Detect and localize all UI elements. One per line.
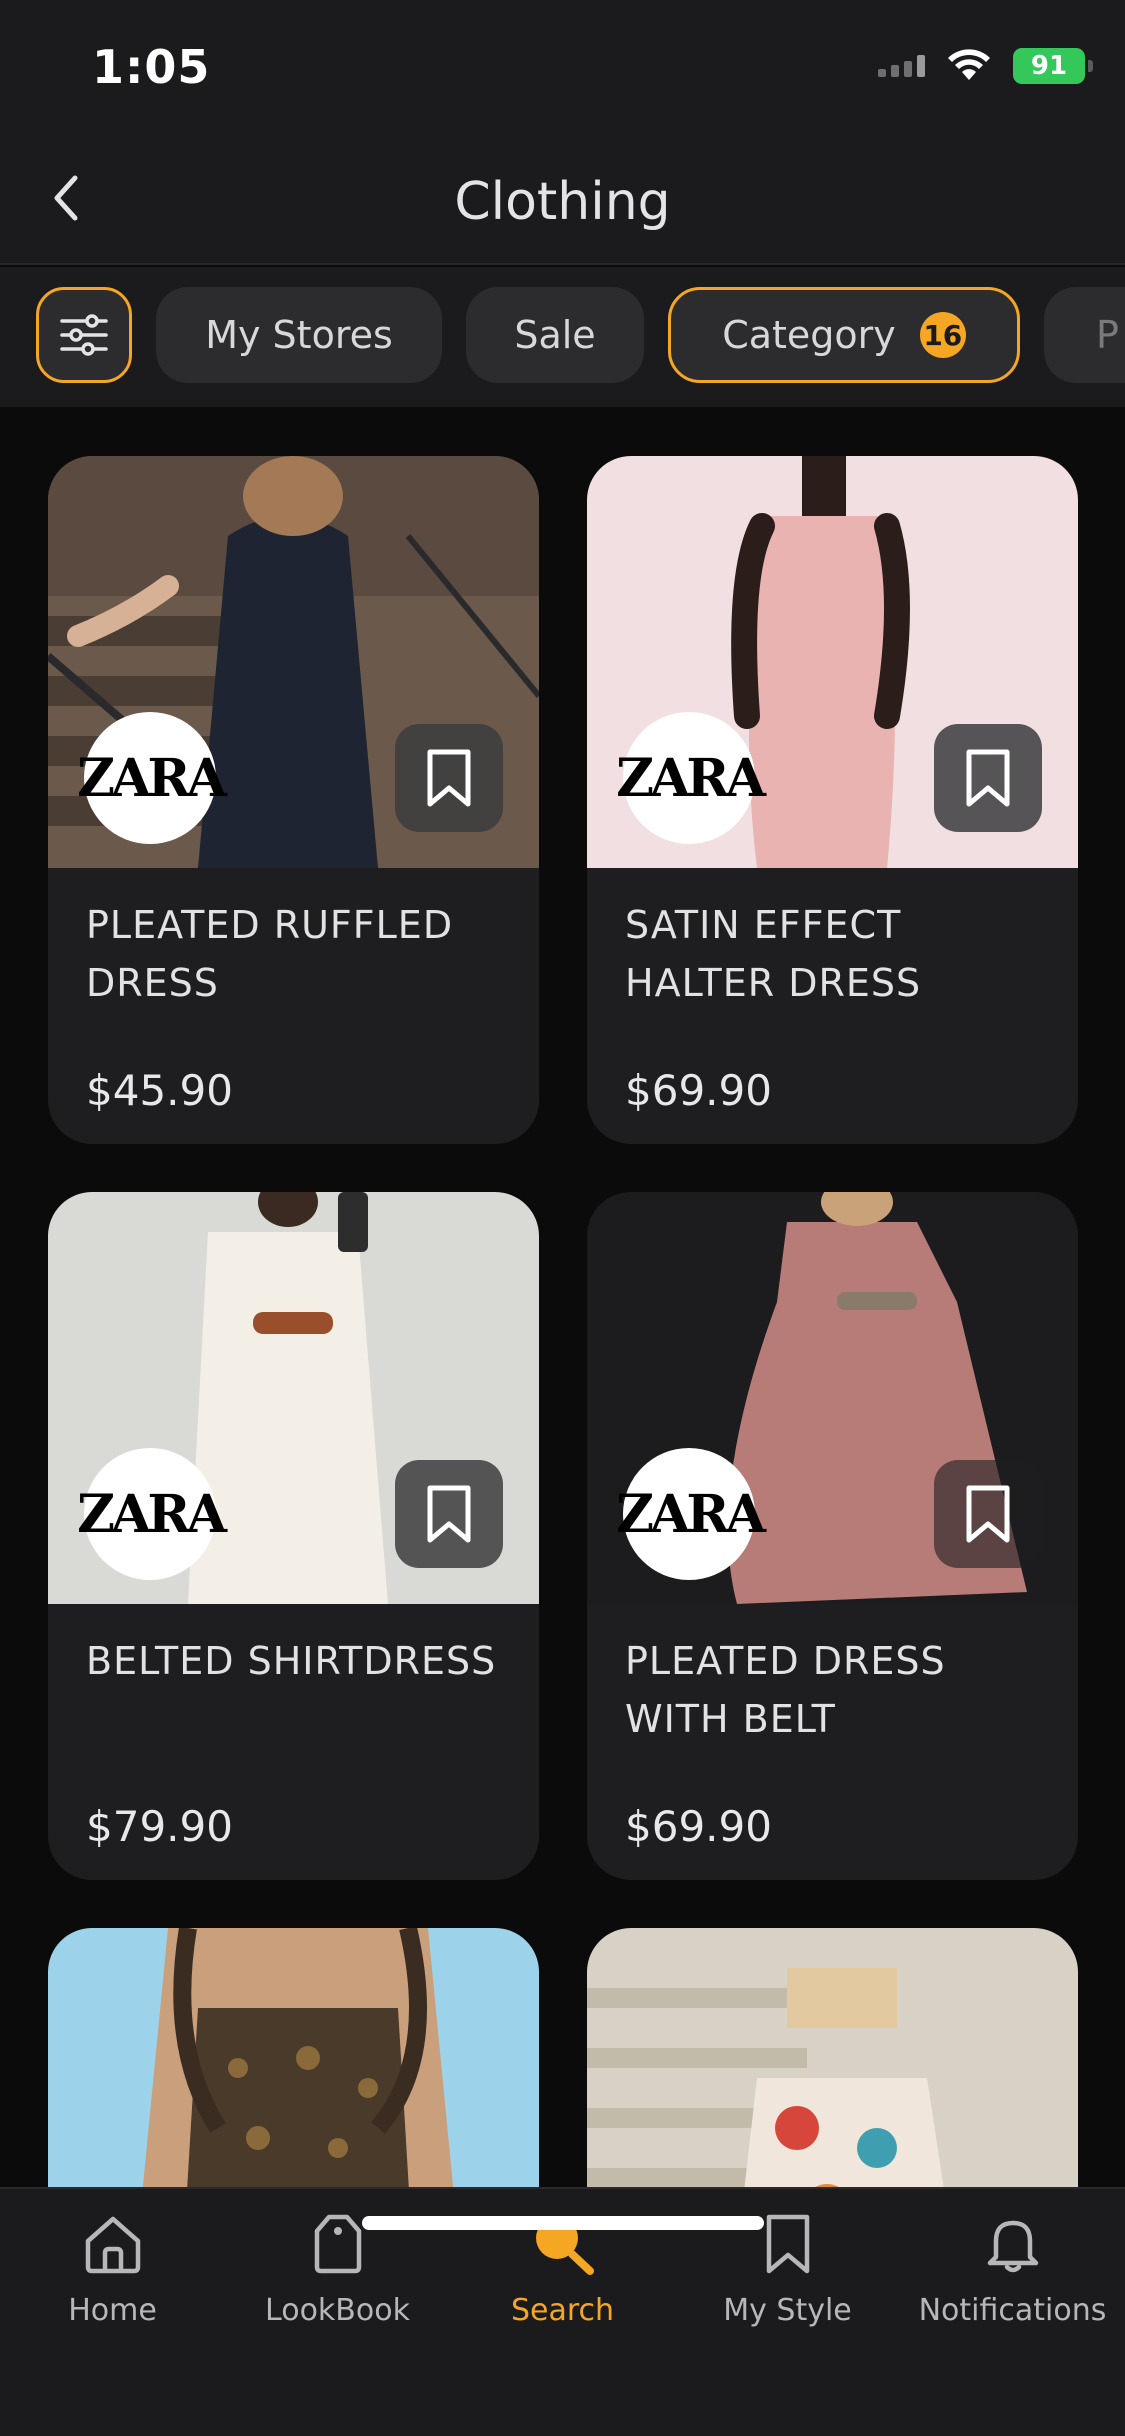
product-card[interactable]: ZARA PLEATED DRESS WITH BELT $69.90 [587, 1192, 1078, 1880]
home-indicator [362, 2216, 764, 2230]
tab-notifications[interactable]: Notifications [900, 2213, 1125, 2328]
bookmark-icon [766, 2214, 809, 2274]
product-name: SATIN EFFECT HALTER DRESS [625, 903, 922, 1005]
filter-chip-my-stores[interactable]: My Stores [156, 287, 442, 383]
bell-icon [987, 2220, 1038, 2273]
product-name: BELTED SHIRTDRESS [86, 1639, 497, 1683]
tag-icon [314, 2214, 361, 2274]
tab-label: My Style [723, 2293, 852, 2328]
bookmark-icon [427, 749, 471, 807]
product-price: $45.90 [86, 1066, 233, 1115]
filter-chip-label: My Stores [205, 313, 393, 357]
brand-logo: ZARA [616, 712, 766, 844]
category-count-badge: 16 [919, 312, 966, 358]
product-price: $69.90 [625, 1802, 772, 1851]
wifi-icon [948, 49, 990, 80]
page-title: Clothing [454, 172, 671, 232]
product-price: $79.90 [86, 1802, 233, 1851]
save-button[interactable] [934, 1460, 1042, 1568]
tab-my-style[interactable]: My Style [675, 2213, 900, 2328]
product-grid: ZARA PLEATED RUFFLED DRESS $45.90 ZARA S… [0, 407, 1125, 2187]
tab-label: Home [68, 2293, 157, 2328]
product-card[interactable] [48, 1928, 539, 2187]
save-button[interactable] [934, 724, 1042, 832]
tab-label: Search [510, 2293, 615, 2328]
tab-label: Notifications [918, 2293, 1107, 2328]
product-price: $69.90 [625, 1066, 772, 1115]
filter-bar: My Stores Sale Category 16 P [0, 267, 1125, 407]
filter-chip-label: Sale [514, 313, 596, 357]
filter-chip-label: P [1096, 313, 1119, 357]
brand-logo: ZARA [77, 1448, 227, 1580]
sliders-icon [60, 314, 108, 356]
home-icon [85, 2216, 140, 2274]
tab-lookbook[interactable]: LookBook [225, 2213, 450, 2328]
header: Clothing [0, 140, 1125, 265]
filter-chip-category[interactable]: Category 16 [668, 287, 1020, 383]
battery-icon: 91 [1013, 48, 1093, 84]
save-button[interactable] [395, 724, 503, 832]
product-name: PLEATED DRESS WITH BELT [625, 1639, 946, 1741]
product-image [587, 1928, 1078, 2187]
filter-chip-label: Category [722, 313, 896, 357]
product-name: PLEATED RUFFLED DRESS [86, 903, 454, 1005]
tab-label: LookBook [265, 2293, 410, 2328]
bookmark-icon [966, 1485, 1010, 1543]
status-icons: 91 [878, 48, 1093, 84]
product-image [48, 1928, 539, 2187]
product-card[interactable]: ZARA PLEATED RUFFLED DRESS $45.90 [48, 456, 539, 1144]
status-bar: 1:05 91 [0, 0, 1125, 140]
brand-logo: ZARA [616, 1448, 766, 1580]
product-card[interactable] [587, 1928, 1078, 2187]
bookmark-icon [966, 749, 1010, 807]
product-card[interactable]: ZARA SATIN EFFECT HALTER DRESS $69.90 [587, 456, 1078, 1144]
bookmark-icon [427, 1485, 471, 1543]
tab-search[interactable]: Search [450, 2213, 675, 2328]
status-time: 1:05 [92, 40, 211, 94]
brand-logo: ZARA [77, 712, 227, 844]
cellular-signal-icon [878, 55, 925, 77]
save-button[interactable] [395, 1460, 503, 1568]
product-card[interactable]: ZARA BELTED SHIRTDRESS $79.90 [48, 1192, 539, 1880]
battery-level: 91 [1030, 51, 1068, 81]
filter-chip-partial[interactable]: P [1044, 287, 1125, 383]
tab-home[interactable]: Home [0, 2213, 225, 2328]
filter-settings-button[interactable] [36, 287, 132, 383]
filter-chip-sale[interactable]: Sale [466, 287, 644, 383]
